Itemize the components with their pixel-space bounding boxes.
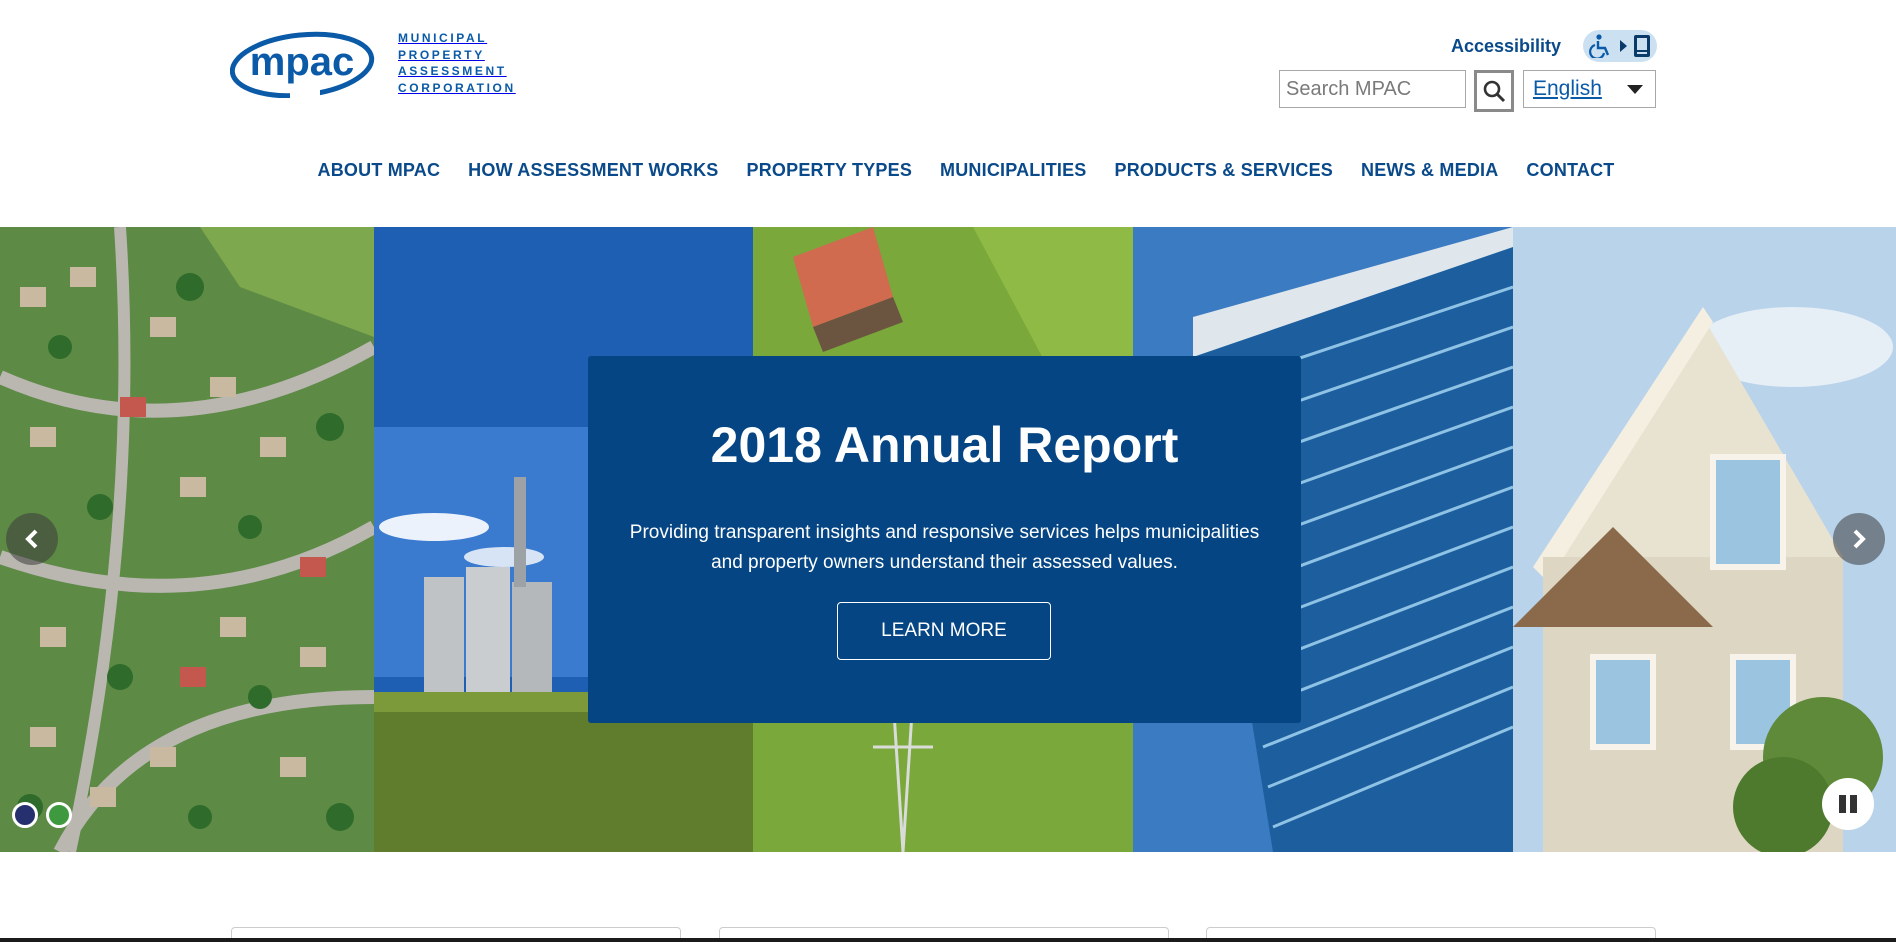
window-bottom-edge	[0, 938, 1896, 942]
nav-item-products-services[interactable]: PRODUCTS & SERVICES	[1115, 160, 1334, 190]
hero-title: 2018 Annual Report	[710, 417, 1179, 473]
device-icon	[1634, 35, 1650, 57]
carousel-next-button[interactable]	[1833, 513, 1885, 565]
chevron-right-icon	[1853, 529, 1866, 549]
search-input[interactable]	[1279, 70, 1466, 108]
nav-item-how-assessment-works[interactable]: HOW ASSESSMENT WORKS	[468, 160, 718, 190]
chevron-left-icon	[25, 529, 38, 549]
learn-more-button[interactable]: LEARN MORE	[837, 602, 1051, 660]
language-selected: English	[1533, 77, 1602, 100]
carousel-indicators	[12, 802, 72, 828]
chevron-down-icon	[1627, 84, 1643, 94]
nav-item-property-types[interactable]: PROPERTY TYPES	[747, 160, 913, 190]
search-button[interactable]	[1474, 70, 1514, 112]
carousel-prev-button[interactable]	[6, 513, 58, 565]
nav-item-about-mpac[interactable]: ABOUT MPAC	[318, 160, 441, 190]
site-header: mpac MUNICIPAL PROPERTY ASSESSMENT CORPO…	[0, 0, 1896, 227]
hero-callout: 2018 Annual Report Providing transparent…	[588, 356, 1301, 723]
accessibility-toggle[interactable]	[1583, 30, 1657, 62]
main-nav: ABOUT MPAC HOW ASSESSMENT WORKS PROPERTY…	[0, 160, 1896, 190]
nav-item-contact[interactable]: CONTACT	[1526, 160, 1614, 190]
carousel-dot-2[interactable]	[46, 802, 72, 828]
hero-description: Providing transparent insights and respo…	[629, 522, 1260, 573]
utility-bar: Accessibility English	[0, 0, 1896, 120]
pause-icon	[1839, 795, 1857, 813]
carousel-pause-button[interactable]	[1822, 778, 1874, 830]
nav-item-municipalities[interactable]: MUNICIPALITIES	[940, 160, 1086, 190]
wheelchair-icon	[1589, 34, 1610, 58]
play-arrow-icon	[1620, 40, 1627, 52]
accessibility-link[interactable]: Accessibility	[1451, 36, 1561, 57]
language-select[interactable]: English	[1523, 70, 1656, 108]
nav-item-news-media[interactable]: NEWS & MEDIA	[1361, 160, 1498, 190]
carousel-dot-1[interactable]	[12, 802, 38, 828]
search-icon	[1483, 80, 1506, 103]
